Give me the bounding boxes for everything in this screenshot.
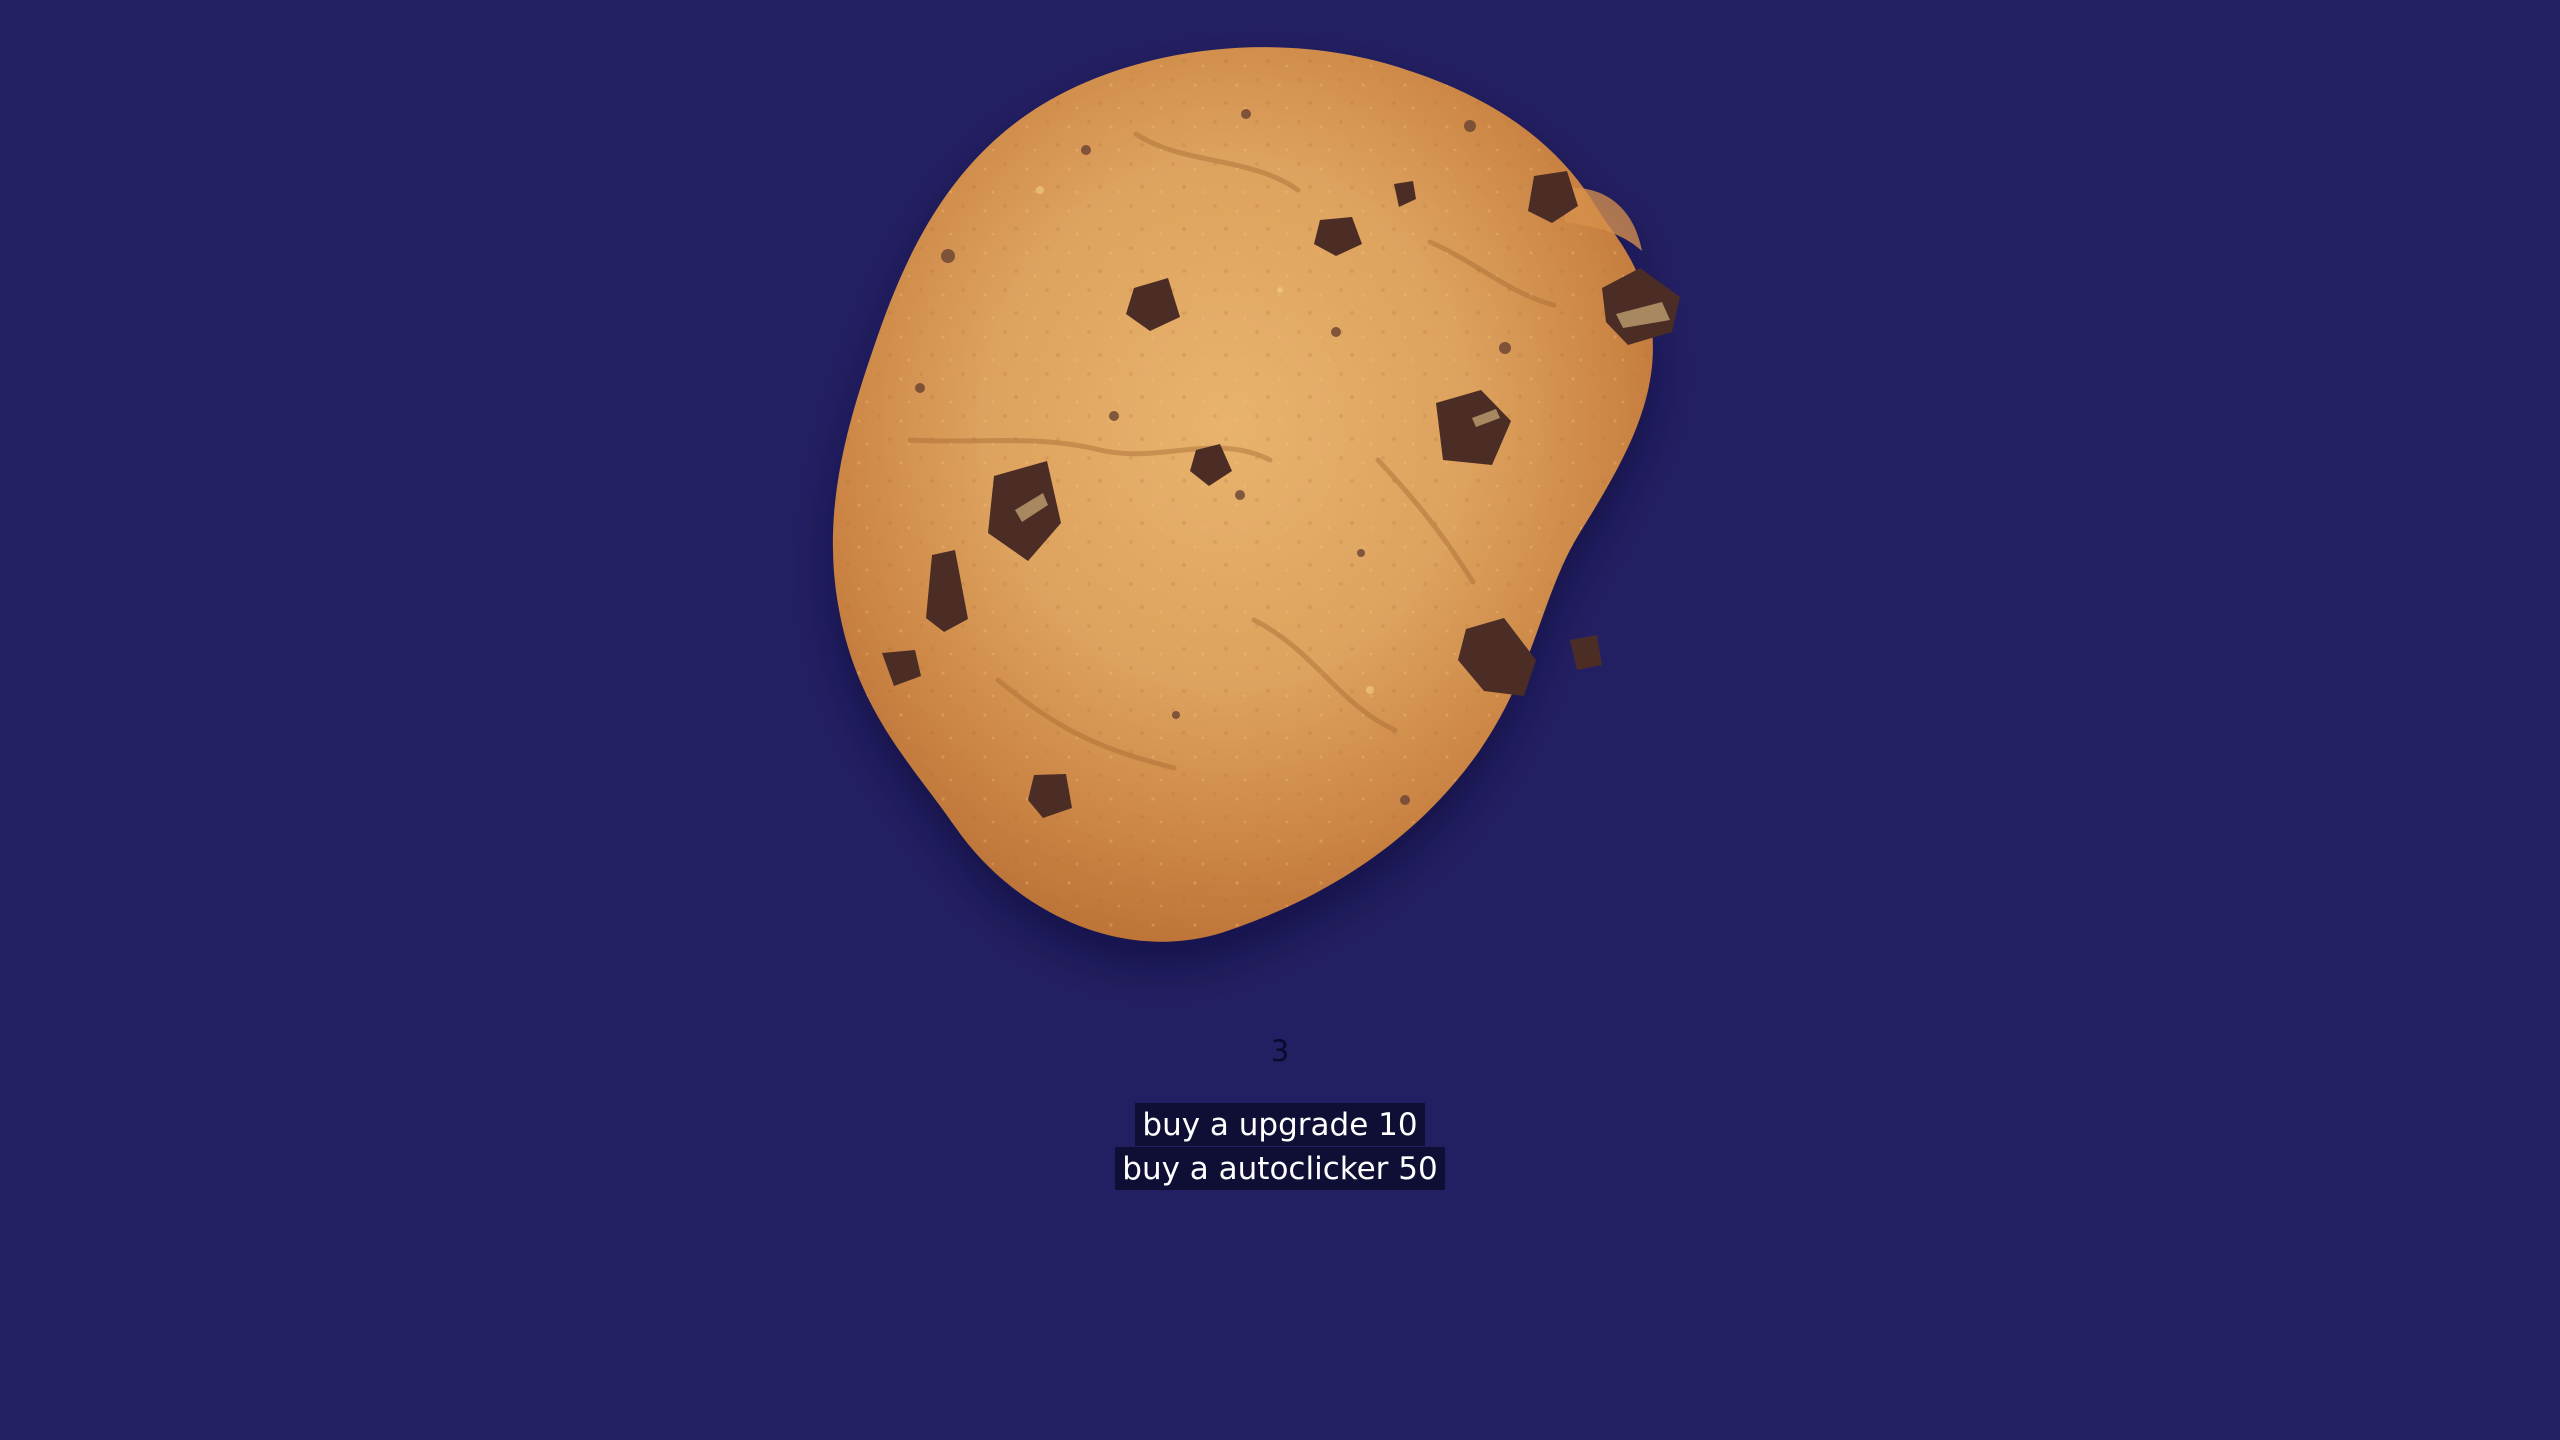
chocolate-chip-cookie-icon [832, 47, 1680, 942]
autoclicker-row: buy a autoclicker 50 [0, 1146, 2560, 1190]
shop-panel: buy a upgrade 10 buy a autoclicker 50 [0, 1102, 2560, 1190]
cookie-count: 3 [1270, 1034, 1290, 1068]
cookie-button[interactable] [830, 30, 1750, 950]
upgrade-row: buy a upgrade 10 [0, 1102, 2560, 1146]
cookie-clicker-game: 3 buy a upgrade 10 buy a autoclicker 50 [0, 0, 2560, 1440]
buy-upgrade-button[interactable]: buy a upgrade 10 [1135, 1102, 1425, 1146]
buy-autoclicker-button[interactable]: buy a autoclicker 50 [1115, 1146, 1445, 1190]
